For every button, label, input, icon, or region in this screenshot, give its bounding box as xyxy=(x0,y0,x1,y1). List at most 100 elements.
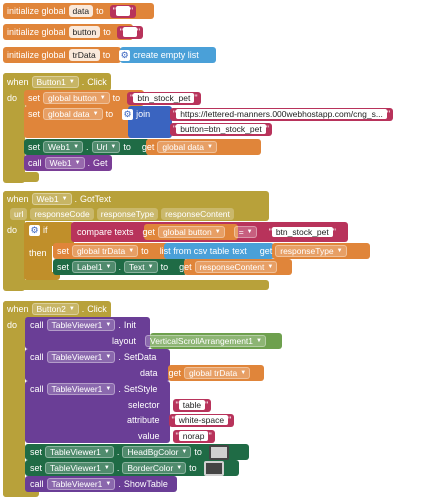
create-empty-list-label: create empty list xyxy=(133,50,199,60)
var-dropdown[interactable]: global data ▼ xyxy=(43,108,103,120)
init-global-label: initialize global xyxy=(7,50,66,60)
property-dropdown[interactable]: BorderColor ▼ xyxy=(122,462,187,474)
get-label: get xyxy=(259,246,273,256)
param-string-value[interactable]: button=btn_stock_pet xyxy=(176,124,266,134)
dot-label: . xyxy=(81,304,85,314)
gear-icon[interactable]: ⚙ xyxy=(122,108,134,120)
if-label: if xyxy=(43,225,48,235)
component-dropdown[interactable]: Label1 ▼ xyxy=(72,261,116,273)
set-label: set xyxy=(57,246,70,256)
dot-label: . xyxy=(118,320,121,330)
string-block[interactable]: " white-space " xyxy=(168,413,235,427)
url-string-value[interactable]: https://lettered-manners.000webhostapp.c… xyxy=(176,109,387,119)
dot-label: . xyxy=(86,142,89,152)
call-label: call xyxy=(30,320,44,330)
empty-string-block[interactable]: " " xyxy=(116,25,144,39)
var-dropdown[interactable]: global button ▼ xyxy=(158,226,225,238)
dot-label: . xyxy=(87,158,91,168)
to-label: to xyxy=(112,93,121,103)
string-block[interactable]: " button=btn_stock_pet " xyxy=(170,122,272,136)
dot-label: . xyxy=(118,384,121,394)
call-label: call xyxy=(30,479,44,489)
do-label: do xyxy=(7,225,18,235)
to-label: to xyxy=(141,246,149,256)
param-dropdown[interactable]: responseContent ▼ xyxy=(194,261,278,273)
var-name-field[interactable]: data xyxy=(68,5,94,17)
method-name: SetStyle xyxy=(123,384,158,394)
var-name-field[interactable]: button xyxy=(68,26,101,38)
gear-icon[interactable]: ⚙ xyxy=(119,49,131,61)
param-responsetype[interactable]: responseType xyxy=(96,208,159,220)
selector-arg-label: selector xyxy=(128,400,160,410)
component-dropdown[interactable]: TableViewer1 ▼ xyxy=(46,319,116,331)
string-block[interactable]: " table " xyxy=(172,398,212,412)
string-block[interactable]: " btn_stock_pet " xyxy=(127,91,201,105)
dot-label: . xyxy=(81,77,85,87)
head-bg-color-swatch[interactable] xyxy=(208,444,229,460)
data-arg-label: data xyxy=(140,368,158,378)
string-value[interactable] xyxy=(122,27,137,37)
string-value[interactable]: btn_stock_pet xyxy=(133,93,195,103)
component-dropdown[interactable]: Button1 ▼ xyxy=(31,76,79,88)
component-dropdown[interactable]: TableViewer1 ▼ xyxy=(46,383,116,395)
selector-value[interactable]: table xyxy=(178,400,206,410)
var-dropdown[interactable]: global button ▼ xyxy=(43,92,110,104)
event-name: GotText xyxy=(80,194,112,204)
init-global-label: initialize global xyxy=(7,6,66,16)
component-dropdown[interactable]: Web1 ▼ xyxy=(31,193,72,205)
to-label: to xyxy=(189,463,197,473)
to-label: to xyxy=(102,50,111,60)
attribute-arg-label: attribute xyxy=(127,415,160,425)
do-label: do xyxy=(7,320,18,330)
method-name: SetData xyxy=(123,352,157,362)
var-name-field[interactable]: trData xyxy=(68,49,100,61)
get-label: get xyxy=(142,227,156,237)
component-dropdown[interactable]: Web1 ▼ xyxy=(43,141,84,153)
string-block[interactable]: " https://lettered-manners.000webhostapp… xyxy=(170,107,394,121)
param-url[interactable]: url xyxy=(10,208,28,220)
param-responsecontent[interactable]: responseContent xyxy=(161,208,234,220)
operator-dropdown[interactable]: = ▼ xyxy=(233,226,257,238)
dot-label: . xyxy=(118,352,121,362)
string-value[interactable] xyxy=(115,6,130,16)
component-dropdown[interactable]: TableViewer1 ▼ xyxy=(45,446,114,458)
var-dropdown[interactable]: global trData ▼ xyxy=(72,245,139,257)
param-dropdown[interactable]: responseType ▼ xyxy=(275,245,347,257)
component-dropdown[interactable]: TableViewer1 ▼ xyxy=(46,478,116,490)
compare-texts-label: compare texts xyxy=(77,227,134,237)
set-label: set xyxy=(28,109,41,119)
style-value[interactable]: norap xyxy=(178,431,209,441)
component-dropdown[interactable]: Button2 ▼ xyxy=(31,303,79,315)
var-dropdown[interactable]: global data ▼ xyxy=(157,141,217,153)
event-body-frame xyxy=(3,191,25,291)
string-block[interactable]: " norap " xyxy=(172,429,215,443)
component-dropdown[interactable]: TableViewer1 ▼ xyxy=(46,351,116,363)
property-dropdown[interactable]: Text ▼ xyxy=(124,261,158,273)
gear-icon[interactable]: ⚙ xyxy=(29,224,40,236)
when-label: when xyxy=(7,304,29,314)
layout-dropdown[interactable]: VerticalScrollArrangement1 ▼ xyxy=(145,335,266,347)
to-label: to xyxy=(96,6,104,16)
dot-label: . xyxy=(116,447,120,457)
method-name: Get xyxy=(93,158,108,168)
param-responsecode[interactable]: responseCode xyxy=(30,208,94,220)
empty-string-block[interactable]: " " xyxy=(109,4,137,18)
to-label: to xyxy=(105,109,114,119)
init-global-label: initialize global xyxy=(7,27,66,37)
set-label: set xyxy=(28,93,41,103)
to-label: to xyxy=(194,447,202,457)
attribute-value[interactable]: white-space xyxy=(174,415,229,425)
string-block[interactable]: " btn_stock_pet " xyxy=(265,225,339,239)
event-body-frame xyxy=(3,73,25,183)
component-dropdown[interactable]: TableViewer1 ▼ xyxy=(45,462,114,474)
join-label: join xyxy=(136,109,151,119)
string-value[interactable]: btn_stock_pet xyxy=(271,227,333,237)
component-dropdown[interactable]: Web1 ▼ xyxy=(44,157,85,169)
set-label: set xyxy=(57,262,70,272)
set-label: set xyxy=(30,447,43,457)
event-bottom xyxy=(3,280,269,290)
property-dropdown[interactable]: Url ▼ xyxy=(91,141,121,153)
var-dropdown[interactable]: global trData ▼ xyxy=(184,367,251,379)
property-dropdown[interactable]: HeadBgColor ▼ xyxy=(122,446,192,458)
border-color-swatch[interactable] xyxy=(203,460,224,476)
